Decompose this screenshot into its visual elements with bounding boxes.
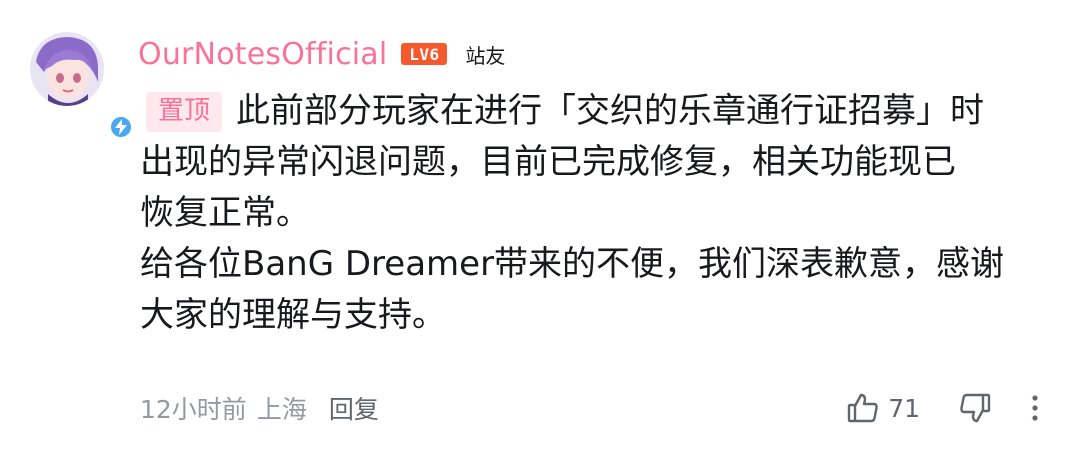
- like-count: 71: [888, 393, 920, 423]
- comment-actions: 71: [846, 388, 1040, 428]
- comment-line: 出现的异常闪退问题，目前已完成修复，相关功能现已: [140, 142, 956, 182]
- reply-button[interactable]: 回复: [329, 390, 379, 426]
- lightning-verify-icon: [108, 114, 134, 140]
- comment-time: 12小时前: [140, 395, 247, 424]
- comment-footer: 12小时前 上海 回复 71: [140, 388, 1060, 428]
- comment-line: 大家的理解与支持。: [140, 295, 446, 335]
- comment-location: 上海: [256, 395, 307, 424]
- avatar-image: [30, 32, 104, 106]
- thumbs-up-icon[interactable]: [846, 391, 880, 425]
- comment-header: OurNotesOfficial LV6 站友: [138, 32, 505, 76]
- comment-line-text: 此前部分玩家在进行「交织的乐章通行证招募」时: [236, 91, 984, 131]
- thumbs-down-icon[interactable]: [958, 391, 992, 425]
- level-badge: LV6: [401, 43, 448, 65]
- comment-line: 置顶 此前部分玩家在进行「交织的乐章通行证招募」时: [140, 86, 1060, 137]
- comment-text: 置顶 此前部分玩家在进行「交织的乐章通行证招募」时 出现的异常闪退问题，目前已完…: [140, 86, 1060, 341]
- comment-line: 恢复正常。: [140, 193, 310, 233]
- avatar[interactable]: [30, 32, 134, 140]
- pinned-tag: 置顶: [146, 91, 222, 132]
- fan-badge: 站友: [465, 43, 506, 68]
- more-vertical-icon[interactable]: [1030, 393, 1040, 423]
- username[interactable]: OurNotesOfficial: [138, 37, 387, 72]
- comment-line: 给各位BanG Dreamer带来的不便，我们深表歉意，感谢: [140, 244, 1005, 284]
